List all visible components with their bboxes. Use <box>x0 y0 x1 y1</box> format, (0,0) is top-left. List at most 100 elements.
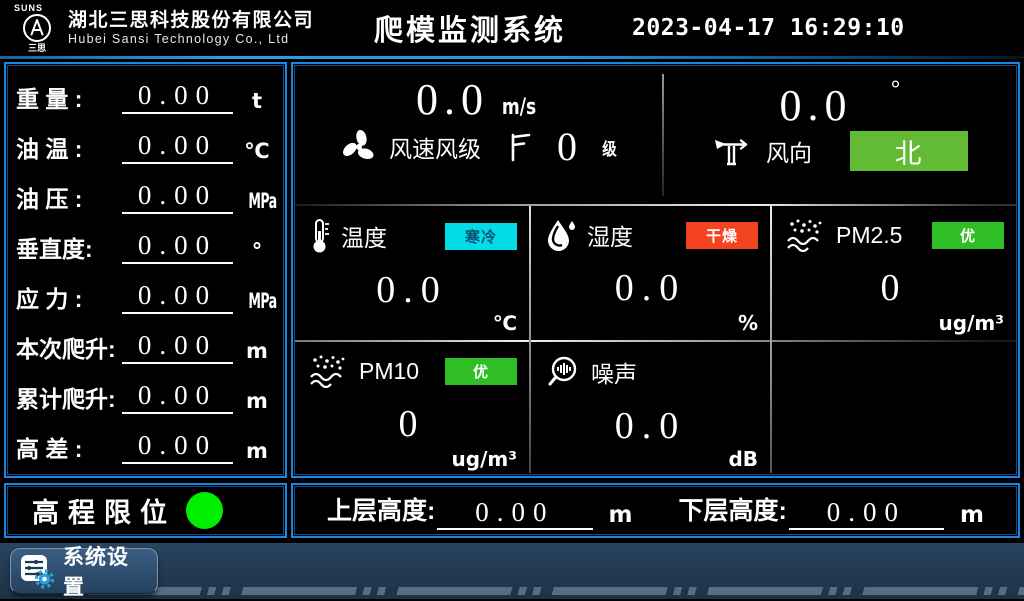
metric-unit: m <box>239 439 275 468</box>
metric-value: 0.00 <box>122 80 233 114</box>
upper-height-unit: m <box>609 502 633 530</box>
metric-label: 应 力 : <box>16 280 122 318</box>
humidity-value: 0.0 <box>531 266 770 310</box>
wind-speed-unit: m/s <box>502 95 536 120</box>
temperature-status-badge: 寒冷 <box>445 223 517 250</box>
elevation-limit-label: 高程限位 <box>32 491 176 530</box>
elevation-limit-panel: 高程限位 <box>4 483 287 538</box>
upper-height-label: 上层高度: <box>327 491 435 530</box>
humidity-drop-icon <box>545 218 577 252</box>
metric-label: 高 差 : <box>16 430 122 468</box>
humidity-cell: 湿度 干燥 0.0 % <box>531 206 770 340</box>
company-name-en: Hubei Sansi Technology Co., Ltd <box>68 32 314 46</box>
temperature-label: 温度 <box>341 219 387 253</box>
metrics-list: 重 量 : 0.00 t 油 温 : 0.00 ℃ 油 压 : 0.00 MPa… <box>16 72 275 468</box>
fan-icon <box>339 127 379 167</box>
metric-unit: m <box>239 389 275 418</box>
pm25-cell: PM2.5 优 0 ug/m³ <box>772 206 1016 340</box>
elevation-limit-indicator <box>186 492 223 529</box>
temperature-cell: 温度 寒冷 0.0 ℃ <box>295 206 529 340</box>
pm25-dust-icon <box>786 218 826 252</box>
metric-value: 0.00 <box>122 180 233 214</box>
metric-label: 油 压 : <box>16 180 122 218</box>
pm10-status-badge: 优 <box>445 358 517 385</box>
metric-row-oil-temp: 油 温 : 0.00 ℃ <box>16 122 275 168</box>
metric-unit: ℃ <box>239 139 275 168</box>
metric-value: 0.00 <box>122 380 233 414</box>
wind-direction-value: 0.0 <box>780 81 853 130</box>
environment-panel: 0.0m/s 风速风级 <box>291 62 1020 478</box>
wind-level-unit: 级 <box>602 135 616 160</box>
monitoring-screen: SUNS 三思 湖北三思科技股份有限公司 Hubei Sansi Technol… <box>0 0 1024 599</box>
noise-label: 噪声 <box>591 355 637 389</box>
wind-level-value: 0 <box>557 127 577 167</box>
metric-value: 0.00 <box>122 430 233 464</box>
noise-unit: dB <box>728 447 758 471</box>
datetime-display: 2023-04-17 16:29:10 <box>632 15 905 41</box>
metric-label: 重 量 : <box>16 80 122 118</box>
metric-row-oil-pressure: 油 压 : 0.00 MPa <box>16 172 275 218</box>
company-name-block: 湖北三思科技股份有限公司 Hubei Sansi Technology Co.,… <box>68 10 314 46</box>
settings-button-label: 系统设置 <box>63 541 149 601</box>
wind-vane-icon <box>712 134 754 168</box>
settings-button[interactable]: 系统设置 <box>10 548 158 594</box>
pm10-cell: PM10 优 0 ug/m³ <box>295 342 529 476</box>
page-title: 爬模监测系统 <box>374 7 566 49</box>
metric-value: 0.00 <box>122 280 233 314</box>
metric-unit: t <box>239 89 275 118</box>
lower-height-value: 0.00 <box>789 497 944 530</box>
pm10-value: 0 <box>295 402 529 446</box>
metric-value: 0.00 <box>122 130 233 164</box>
heights-panel: 上层高度: 0.00 m 下层高度: 0.00 m <box>291 483 1020 538</box>
metric-value: 0.00 <box>122 230 233 264</box>
pm10-dust-icon <box>309 354 349 388</box>
header-accent-line <box>0 56 1024 59</box>
lower-height-group: 下层高度: 0.00 m <box>679 491 985 530</box>
company-logo: SUNS 三思 <box>8 4 66 53</box>
lower-height-label: 下层高度: <box>679 491 787 530</box>
taskbar-stripes-decoration <box>88 587 1024 595</box>
wind-speed-value: 0.0 <box>416 75 489 124</box>
noise-cell: 噪声 0.0 dB <box>531 342 770 476</box>
pm10-unit: ug/m³ <box>452 447 517 471</box>
pm25-unit: ug/m³ <box>939 311 1004 335</box>
temperature-value: 0.0 <box>295 268 529 312</box>
lower-height-unit: m <box>960 502 984 530</box>
pm25-status-badge: 优 <box>932 222 1004 249</box>
metric-row-total-climb: 累计爬升: 0.00 m <box>16 372 275 418</box>
noise-value: 0.0 <box>531 404 770 448</box>
header: SUNS 三思 湖北三思科技股份有限公司 Hubei Sansi Technol… <box>0 0 1024 56</box>
metric-label: 垂直度: <box>16 230 122 268</box>
wind-speed-block: 0.0m/s 风速风级 <box>295 66 662 204</box>
wind-direction-unit: ° <box>891 76 901 104</box>
metric-row-weight: 重 量 : 0.00 t <box>16 72 275 118</box>
metric-unit: m <box>239 339 275 368</box>
humidity-label: 湿度 <box>587 218 633 252</box>
metric-unit: MPa <box>239 289 275 318</box>
wind-section: 0.0m/s 风速风级 <box>295 66 1016 204</box>
metric-unit: ° <box>239 239 275 268</box>
wind-level-flag-icon <box>507 132 533 162</box>
metric-label: 油 温 : <box>16 130 122 168</box>
temperature-unit: ℃ <box>493 311 517 335</box>
wind-direction-badge: 北 <box>850 131 968 171</box>
metric-row-verticality: 垂直度: 0.00 ° <box>16 222 275 268</box>
pm10-label: PM10 <box>359 358 419 385</box>
metric-unit: MPa <box>239 189 275 218</box>
metric-row-current-climb: 本次爬升: 0.00 m <box>16 322 275 368</box>
noise-meter-icon <box>545 354 581 390</box>
humidity-unit: % <box>738 311 758 335</box>
pm25-label: PM2.5 <box>836 222 902 249</box>
metrics-panel: 重 量 : 0.00 t 油 温 : 0.00 ℃ 油 压 : 0.00 MPa… <box>4 62 287 478</box>
thermometer-icon <box>309 218 331 254</box>
wind-direction-label: 风向 <box>766 134 812 168</box>
wind-direction-block: 0.0 ° 风向 北 <box>664 66 1016 204</box>
metric-label: 累计爬升: <box>16 380 122 418</box>
metric-label: 本次爬升: <box>16 330 122 368</box>
metric-value: 0.00 <box>122 330 233 364</box>
taskbar: 系统设置 <box>0 543 1024 599</box>
pm25-value: 0 <box>772 266 1016 310</box>
sansi-logo-icon <box>22 13 52 43</box>
metric-row-height-diff: 高 差 : 0.00 m <box>16 422 275 468</box>
logo-suns-text: SUNS <box>14 4 43 13</box>
